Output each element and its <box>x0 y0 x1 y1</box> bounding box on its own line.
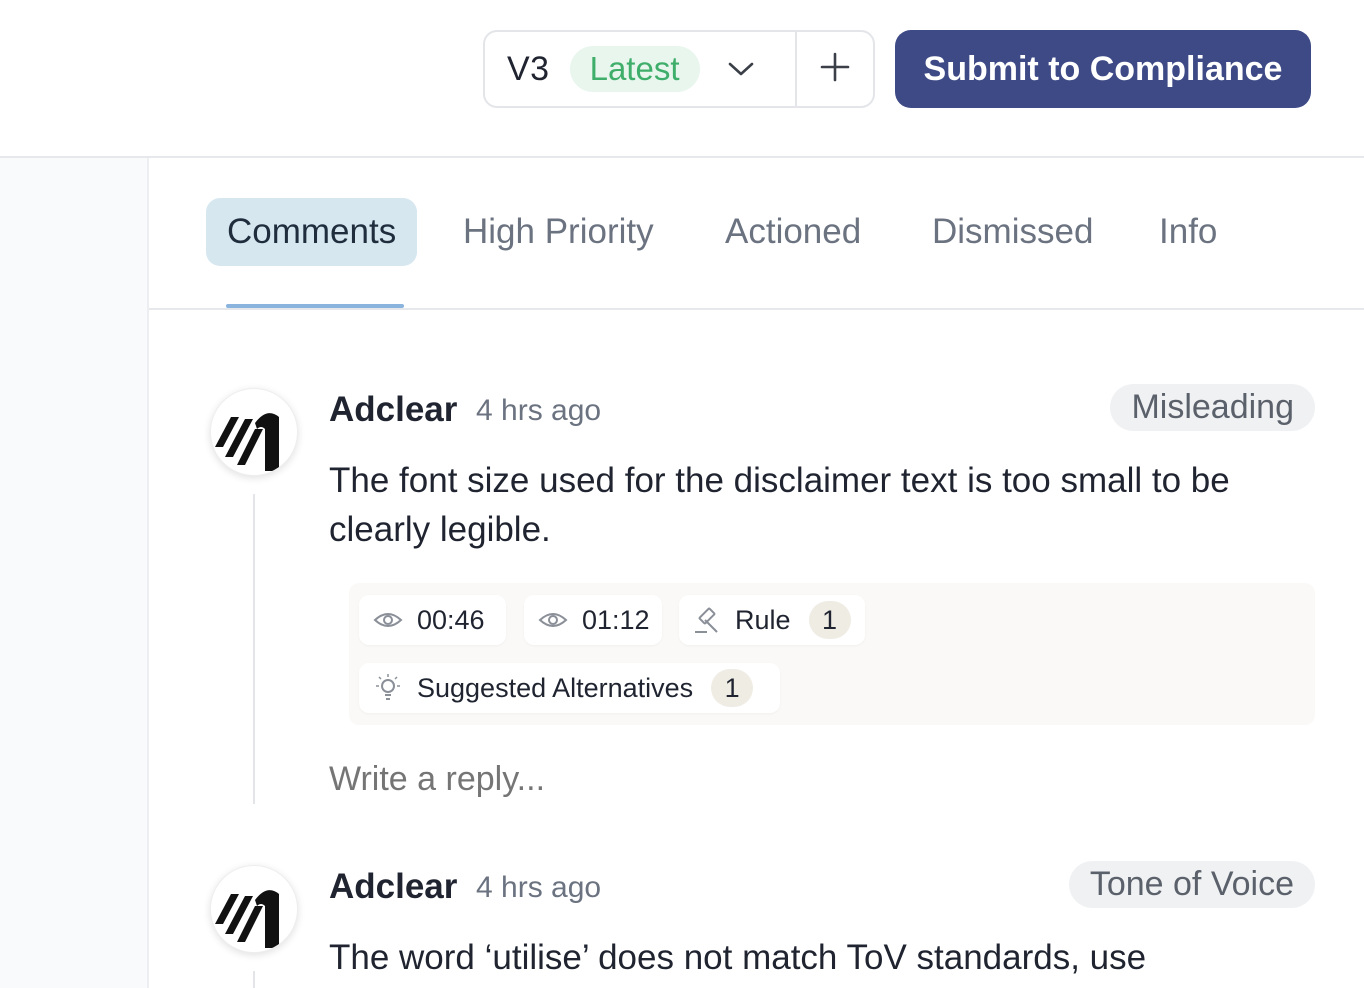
suggested-alternatives-label: Suggested Alternatives <box>417 672 694 703</box>
top-bar: V3 Latest Submit to Compliance <box>0 0 1364 158</box>
comment-card: Adclear 4 hrs ago Misleading The font si… <box>149 384 1364 808</box>
tab-high-priority[interactable]: High Priority <box>463 198 654 266</box>
category-badge[interactable]: Tone of Voice <box>1068 861 1315 908</box>
left-panel <box>0 158 149 988</box>
suggested-alternatives-count: 1 <box>711 669 754 707</box>
chevron-down-icon[interactable] <box>726 59 756 79</box>
tab-dismissed[interactable]: Dismissed <box>932 198 1093 266</box>
tab-bar: Comments High Priority Actioned Dismisse… <box>149 158 1364 310</box>
gavel-icon <box>693 606 721 634</box>
tab-actioned[interactable]: Actioned <box>725 198 861 266</box>
adclear-logo <box>215 413 279 471</box>
thread-line <box>253 971 255 988</box>
timestamp-chip[interactable]: 01:12 <box>524 595 662 645</box>
comment-time: 4 hrs ago <box>476 871 602 904</box>
latest-badge: Latest <box>569 46 700 92</box>
suggested-alternatives-chip[interactable]: Suggested Alternatives 1 <box>359 663 780 713</box>
eye-icon <box>373 610 403 630</box>
eye-icon <box>538 610 568 630</box>
active-tab-indicator <box>226 304 404 308</box>
tab-info[interactable]: Info <box>1159 198 1217 266</box>
comment-time: 4 hrs ago <box>476 394 602 427</box>
tab-comments[interactable]: Comments <box>206 198 418 266</box>
comment-attachments: 00:46 01:12 Rule 1 Suggested Alternative… <box>349 583 1315 725</box>
version-selector[interactable]: V3 Latest <box>483 30 875 108</box>
category-badge[interactable]: Misleading <box>1110 384 1315 431</box>
adclear-logo <box>215 890 279 948</box>
comment-text: The font size used for the disclaimer te… <box>329 461 1230 549</box>
rule-count: 1 <box>808 601 851 639</box>
comment-card: Adclear 4 hrs ago Tone of Voice The word… <box>149 861 1364 988</box>
timestamp-chip[interactable]: 00:46 <box>359 595 506 645</box>
thread-line <box>253 494 255 804</box>
comment-author: Adclear <box>329 390 458 429</box>
comment-text: The word ‘utilise’ does not match ToV st… <box>329 938 1147 977</box>
avatar <box>210 388 298 476</box>
rule-chip[interactable]: Rule 1 <box>679 595 865 645</box>
version-dropdown[interactable]: V3 Latest <box>485 32 797 106</box>
rule-label: Rule <box>735 604 791 635</box>
avatar <box>210 865 298 953</box>
reply-input[interactable] <box>329 760 1129 799</box>
timestamp-label: 01:12 <box>582 604 650 635</box>
add-version-button[interactable] <box>797 32 873 106</box>
version-label: V3 <box>507 49 550 88</box>
submit-to-compliance-button[interactable]: Submit to Compliance <box>895 30 1311 108</box>
comment-author: Adclear <box>329 867 458 906</box>
plus-icon <box>819 51 851 88</box>
lightbulb-icon <box>373 673 403 703</box>
timestamp-label: 00:46 <box>417 604 485 635</box>
